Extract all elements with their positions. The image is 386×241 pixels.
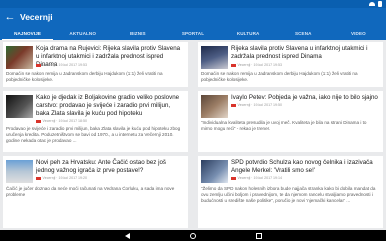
article-meta: Vecernji · 19.kol 2017 18:50 (36, 119, 87, 123)
article-summary: Domaćin se nakon remija u Jadranskom der… (201, 71, 358, 82)
tab-sportal[interactable]: SPORTAL (165, 26, 220, 40)
article-card[interactable]: Novi peh za Hrvatsku: Ante Čačić ostao b… (3, 156, 188, 228)
article-summary: Čačić je jučer doznao da neće moći račun… (6, 186, 175, 197)
nav-recents-icon[interactable] (255, 232, 262, 239)
source-icon (231, 103, 236, 107)
article-meta-text: Vecernji · 19.kol 2017 18:50 (42, 119, 88, 123)
article-card[interactable]: SPD potvrdio Schulza kao novog čelnika i… (198, 156, 383, 228)
article-thumbnail (6, 160, 33, 183)
tab-video[interactable]: VIDEO (331, 26, 386, 40)
tab-najnovije[interactable]: NAJNOVIJE (0, 26, 55, 40)
article-card[interactable]: Koja drama na Rujevici: Rijeka slavila p… (3, 42, 188, 87)
source-icon (36, 119, 41, 123)
article-meta: Vecernji · 19.kol 2017 19:14 (231, 176, 282, 180)
nav-back-icon[interactable] (124, 232, 130, 239)
nav-home-icon[interactable] (189, 232, 196, 239)
article-thumbnail (201, 95, 228, 118)
system-nav-bar (0, 230, 386, 241)
app-bar: ← Vecernji (0, 8, 386, 26)
status-icons (369, 0, 382, 8)
source-icon (36, 63, 41, 67)
source-icon (36, 176, 41, 180)
article-summary: Prodavao je svijeće i zaradio prvi milij… (6, 126, 181, 143)
article-summary: “Individualna kvaliteta presudila je uvo… (201, 120, 367, 131)
tab-kultura[interactable]: KULTURA (221, 26, 276, 40)
article-thumbnail (6, 95, 33, 118)
wifi-icon (369, 2, 375, 6)
battery-icon (378, 1, 382, 7)
tab-bar: NAJNOVIJE AKTUALNO BIZNIS SPORTAL KULTUR… (0, 26, 386, 40)
source-icon (231, 63, 236, 67)
article-meta: Vecernji · 19.kol 2017 19:53 (36, 63, 87, 67)
article-title[interactable]: Ivaylo Petev: Pobjeda je važna, iako nij… (231, 94, 379, 102)
back-arrow-icon[interactable]: ← (0, 8, 20, 26)
article-title[interactable]: Novi peh za Hrvatsku: Ante Čačić ostao b… (36, 159, 184, 175)
article-card[interactable]: Ivaylo Petev: Pobjeda je važna, iako nij… (198, 91, 383, 152)
article-meta-text: Vecernji · 19.kol 2017 19:20 (42, 176, 88, 180)
article-thumbnail (201, 160, 228, 183)
article-title[interactable]: Rijeka slavila protiv Slavena u infarktn… (231, 45, 379, 61)
article-meta-text: Vecernji · 19.kol 2017 19:50 (237, 103, 283, 107)
article-thumbnail (6, 46, 33, 69)
article-title[interactable]: SPD potvrdio Schulza kao novog čelnika i… (231, 159, 379, 175)
article-meta-text: Vecernji · 19.kol 2017 19:53 (237, 63, 283, 67)
app-title: Vecernji (20, 12, 53, 22)
article-meta-text: Vecernji · 19.kol 2017 19:53 (42, 63, 88, 67)
article-summary: “Želimo da SPD nakon holesnih izbora bud… (201, 186, 376, 203)
article-meta: Vecernji · 19.kol 2017 19:50 (231, 103, 282, 107)
status-bar (0, 0, 386, 8)
article-card[interactable]: Kako je djedak iz Boljakovine gradio vel… (3, 91, 188, 152)
article-meta-text: Vecernji · 19.kol 2017 19:14 (237, 176, 283, 180)
article-meta: Vecernji · 19.kol 2017 19:53 (231, 63, 282, 67)
source-icon (231, 176, 236, 180)
tab-aktualno[interactable]: AKTUALNO (55, 26, 110, 40)
tab-scena[interactable]: SCENA (276, 26, 331, 40)
article-thumbnail (201, 46, 228, 69)
article-summary: Domaćin se nakon remija u Jadranskom der… (6, 71, 163, 82)
tab-biznis[interactable]: BIZNIS (110, 26, 165, 40)
article-title[interactable]: Kako je djedak iz Boljakovine gradio vel… (36, 94, 184, 117)
article-meta: Vecernji · 19.kol 2017 19:20 (36, 176, 87, 180)
article-card[interactable]: Rijeka slavila protiv Slavena u infarktn… (198, 42, 383, 87)
